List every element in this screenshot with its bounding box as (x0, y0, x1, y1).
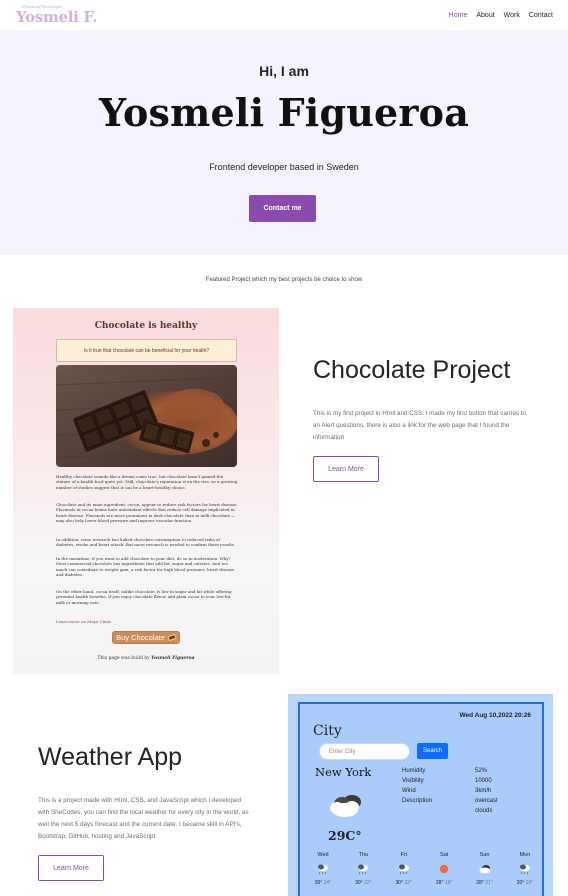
forecast-temps: 20° 19° (508, 880, 542, 886)
weather-forecast: Wed 30° 24° Thu 30° 22° Fri 30° 22° Sat (306, 852, 542, 886)
hero-section: Hi, I am Yosmeli Figueroa Frontend devel… (0, 30, 568, 255)
forecast-day: Mon 20° 19° (508, 852, 542, 886)
stat-value: 52% (475, 768, 488, 774)
forecast-high: 30° (355, 880, 363, 886)
forecast-day: Thu 30° 22° (346, 852, 380, 886)
forecast-temps: 30° 22° (346, 880, 380, 886)
weather-stat-row: Visibility 10000 (402, 776, 498, 786)
forecast-high: 30° (314, 880, 323, 886)
forecast-day-name: Thu (358, 852, 369, 858)
forecast-low: 24° (323, 880, 332, 886)
stat-value: 3km/h (475, 788, 492, 794)
weather-temperature: 29C° (328, 828, 362, 843)
chocolate-paragraph-1: Healthy chocolate sounds like a dream co… (56, 474, 238, 490)
stat-value: 10000 (475, 778, 492, 784)
logo-name: Yosmeli F. (16, 8, 98, 26)
chocolate-project-title: Chocolate Project (313, 356, 511, 384)
stat-label: Humidity (402, 768, 426, 774)
weather-learn-more-button[interactable]: Learn More (38, 855, 104, 881)
weather-stats: Humidity 52% Visibility 10000 Wind 3km/h De… (402, 766, 498, 816)
rain-icon (346, 863, 380, 875)
portfolio-page: Frontend Developer Yosmeli F. Home About… (0, 0, 568, 896)
rain-icon (508, 863, 542, 875)
stat-value: clouds (475, 808, 493, 814)
forecast-temps: 28° 18° (427, 880, 461, 886)
nav-link-about[interactable]: About (476, 12, 494, 19)
overcast-cloud-icon (326, 791, 366, 821)
navbar: Frontend Developer Yosmeli F. Home About… (0, 0, 568, 30)
forecast-low: 22° (364, 880, 372, 886)
stat-label (402, 806, 475, 816)
forecast-temps: 30° 22° (387, 880, 421, 886)
chocolate-paragraph-4: In the meantime, if you want to add choc… (56, 556, 235, 578)
forecast-day: Sat 28° 18° (427, 852, 461, 886)
chocolate-paragraph-2: Chocolate and its main ingredient, cocoa… (56, 502, 238, 524)
footer-prefix: This page was build by (97, 656, 150, 661)
nav-link-home[interactable]: Home (449, 12, 468, 19)
forecast-high: 20° (516, 880, 525, 886)
forecast-high: 28° (476, 880, 484, 886)
logo[interactable]: Frontend Developer Yosmeli F. (16, 2, 98, 28)
stat-label: Description (402, 798, 433, 804)
weather-search-button[interactable]: Search (417, 743, 448, 759)
hero-subtitle: Frontend developer based in Sweden (209, 162, 359, 172)
forecast-high: 28° (435, 880, 444, 886)
chocolate-question-box: Is it true that chocolate can be benefic… (56, 339, 237, 362)
forecast-day: Fri 30° 22° (387, 852, 421, 886)
weather-stat-row: Description overcast (402, 796, 498, 806)
weather-city-input[interactable]: Enter City (319, 743, 410, 760)
sun-icon (427, 863, 461, 875)
buy-chocolate-label: Buy Chocolate (116, 633, 165, 642)
forecast-day: Sun 28° 21° (468, 852, 502, 886)
cloud-icon (468, 863, 502, 875)
stat-value: overcast (475, 798, 498, 804)
chocolate-bar-icon (167, 633, 177, 642)
rain-icon (387, 863, 421, 875)
mayo-clinic-link[interactable]: Learn more on Mayo Clinic (56, 619, 111, 624)
weather-card: Wed Aug 10,2022 20:26 City Enter City Se… (298, 702, 544, 896)
buy-chocolate-button[interactable]: Buy Chocolate (112, 631, 180, 644)
forecast-low: 18° (444, 880, 453, 886)
forecast-day-name: Sat (440, 852, 449, 858)
chocolate-project-screenshot[interactable]: Chocolate is healthy Is it true that cho… (13, 308, 279, 674)
forecast-high: 30° (395, 880, 404, 886)
weather-stat-row: Wind 3km/h (402, 786, 498, 796)
chocolate-paragraph-3: In addition, some research has linked ch… (56, 537, 236, 548)
forecast-day-name: Sun (479, 852, 490, 858)
weather-date: Wed Aug 10,2022 20:26 (459, 712, 531, 719)
weather-app-description: This is a project made with Html, CSS, a… (38, 797, 249, 840)
chocolate-image (56, 365, 237, 467)
forecast-low: 22° (404, 880, 413, 886)
forecast-low: 21° (485, 880, 493, 886)
weather-city-heading: City (313, 723, 342, 739)
chocolate-paragraph-5: On the other hand, cocoa itself, unlike … (56, 589, 232, 605)
forecast-day-name: Wed (317, 852, 329, 858)
nav-link-work[interactable]: Work (504, 12, 520, 19)
weather-app-title: Weather App (38, 743, 183, 771)
chocolate-project-description: This is my first project in Html and CSS… (313, 410, 527, 441)
chocolate-page-title: Chocolate is healthy (94, 321, 198, 331)
nav-link-contact[interactable]: Contact (529, 12, 553, 19)
stat-label: Visibility (402, 778, 424, 784)
weather-stat-row: Humidity 52% (402, 766, 498, 776)
footer-author: Yosmeli Figueroa (151, 656, 195, 661)
forecast-temps: 30° 24° (306, 880, 340, 886)
forecast-day-name: Fri (400, 852, 407, 858)
nav-links: Home About Work Contact (449, 12, 553, 19)
rain-icon (306, 863, 340, 875)
forecast-day-name: Mon (519, 852, 531, 858)
forecast-day: Wed 30° 24° (306, 852, 340, 886)
weather-stat-row: clouds (402, 806, 498, 816)
hero-greeting: Hi, I am (259, 63, 309, 79)
weather-app-screenshot[interactable]: Wed Aug 10,2022 20:26 City Enter City Se… (288, 694, 553, 896)
stat-label: Wind (402, 788, 416, 794)
featured-caption: Featured Project which my best projects … (205, 277, 363, 283)
chocolate-page-footer: This page was build by Yosmeli Figueroa (13, 656, 279, 661)
hero-name: Yosmeli Figueroa (98, 90, 470, 135)
contact-me-button[interactable]: Contact me (249, 195, 316, 222)
chocolate-learn-more-button[interactable]: Learn More (313, 456, 379, 482)
forecast-low: 19° (525, 880, 534, 886)
forecast-temps: 28° 21° (468, 880, 502, 886)
weather-city-name: New York (315, 765, 372, 779)
